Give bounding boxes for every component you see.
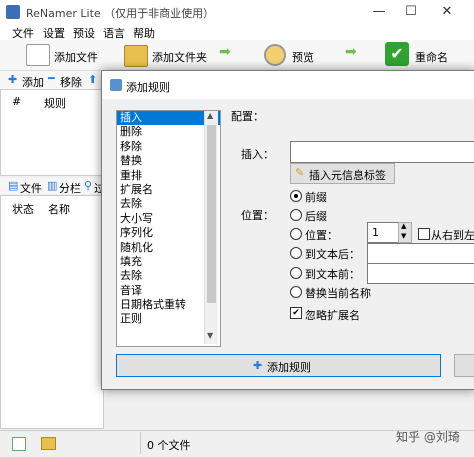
add-rule-button[interactable]: ✚ 添加规则 xyxy=(116,354,441,377)
preview-button[interactable]: 预览 xyxy=(262,42,322,68)
scroll-thumb[interactable] xyxy=(207,125,216,303)
before-text-input[interactable] xyxy=(367,263,474,284)
minus-icon: ━ xyxy=(48,72,55,85)
rules-table[interactable]: # 规则 xyxy=(0,89,104,176)
dialog-title-bar: 添加规则 xyxy=(102,71,474,99)
position-label: 位置： xyxy=(241,209,274,222)
menu-settings[interactable]: 设置 xyxy=(43,25,65,41)
radio-prefix-label: 前缀 xyxy=(305,191,327,204)
radio-after-text-label: 到文本后： xyxy=(305,248,360,261)
status-add-folder-icon[interactable] xyxy=(41,437,56,450)
radio-suffix-label: 后缀 xyxy=(305,210,327,223)
remove-rule-link[interactable]: 移除 xyxy=(60,74,82,90)
spin-down-icon[interactable]: ▼ xyxy=(401,232,406,240)
preview-magnifier-icon xyxy=(264,44,286,66)
tag-icon: ✎ xyxy=(295,166,305,179)
after-text-input[interactable] xyxy=(367,243,474,264)
radio-after-text[interactable] xyxy=(290,247,302,259)
maximize-button[interactable]: ☐ xyxy=(396,2,426,22)
status-divider xyxy=(140,432,141,454)
menu-presets[interactable]: 预设 xyxy=(73,25,95,41)
plus-icon: ✚ xyxy=(8,73,18,86)
file-count: 0 个文件 xyxy=(147,439,191,452)
status-add-file-icon[interactable] xyxy=(12,437,26,451)
filter-icon: ⚲ xyxy=(84,179,93,192)
column-header-rule[interactable]: 规则 xyxy=(44,95,66,111)
close-button[interactable]: ✕ xyxy=(432,2,462,22)
arrow-right-icon: ➡ xyxy=(219,44,231,60)
files-menu[interactable]: 文件 xyxy=(20,180,42,196)
columns-icon: ▥ xyxy=(47,179,58,192)
file-icon: ▤ xyxy=(8,179,19,192)
cancel-button[interactable] xyxy=(454,354,474,377)
ignore-extension-checkbox[interactable]: ✔ xyxy=(290,307,302,319)
add-rule-dialog: 添加规则 插入 删除 移除 替换 重排 扩展名 去除 大小写 序列化 随机化 填充 去除 音译 日期格式重… xyxy=(101,70,474,390)
radio-replace-name-label: 替换当前名称 xyxy=(305,287,371,300)
add-folder-label: 添加文件夹 xyxy=(152,51,207,64)
insert-meta-tag-button[interactable]: ✎ 插入元信息标签 xyxy=(290,163,395,184)
insert-meta-tag-label: 插入元信息标签 xyxy=(309,169,386,182)
add-folder-icon xyxy=(124,45,148,67)
preview-label: 预览 xyxy=(292,51,314,64)
position-spinner[interactable]: ▲ ▼ xyxy=(398,222,412,243)
minimize-button[interactable]: — xyxy=(364,2,394,22)
rules-toolbar: ✚ 添加 ━ 移除 ⬆ xyxy=(0,71,110,89)
scroll-up-icon[interactable]: ▲ xyxy=(207,111,213,120)
files-table[interactable]: 状态 名称 xyxy=(0,195,104,429)
window-title: ReNamer Lite （仅用于非商业使用） xyxy=(26,7,215,20)
plus-icon: ✚ xyxy=(253,359,263,372)
radio-suffix[interactable] xyxy=(290,209,302,221)
columns-menu[interactable]: 分栏 xyxy=(59,180,81,196)
column-header-number[interactable]: # xyxy=(12,95,21,108)
spin-up-icon[interactable]: ▲ xyxy=(401,222,406,230)
dialog-title: 添加规则 xyxy=(126,81,170,94)
menu-help[interactable]: 帮助 xyxy=(133,25,155,41)
position-number-value: 1 xyxy=(372,226,379,239)
add-files-button[interactable]: 添加文件 xyxy=(22,42,102,68)
insert-text-input[interactable] xyxy=(290,141,474,163)
radio-position-label: 位置： xyxy=(305,229,338,242)
up-arrow-icon[interactable]: ⬆ xyxy=(88,73,97,86)
menu-file[interactable]: 文件 xyxy=(12,25,34,41)
radio-prefix[interactable] xyxy=(290,190,302,202)
app-icon xyxy=(6,5,20,19)
add-rule-label: 添加规则 xyxy=(267,361,311,374)
radio-replace-name[interactable] xyxy=(290,286,302,298)
dialog-app-icon xyxy=(110,79,122,91)
title-bar: ReNamer Lite （仅用于非商业使用） — ☐ ✕ xyxy=(0,0,474,24)
column-header-status[interactable]: 状态 xyxy=(12,201,34,217)
rule-list-scrollbar[interactable]: ▲ ▼ xyxy=(204,111,218,344)
rename-button[interactable]: ✔ 重命名 xyxy=(383,41,455,69)
menu-bar: 文件 设置 预设 语言 帮助 xyxy=(0,24,474,40)
radio-before-text[interactable] xyxy=(290,267,302,279)
toolbar: 添加文件 添加文件夹 ➡ 预览 ➡ ✔ 重命名 xyxy=(0,40,474,71)
insert-label: 插入： xyxy=(241,148,274,161)
config-label: 配置： xyxy=(231,110,264,123)
add-rule-link[interactable]: 添加 xyxy=(22,74,44,90)
scroll-down-icon[interactable]: ▼ xyxy=(207,331,213,340)
watermark: 知乎 @刘琦 xyxy=(396,430,460,444)
check-icon: ✔ xyxy=(385,42,409,66)
radio-before-text-label: 到文本前： xyxy=(305,268,360,281)
ignore-extension-label: 忽略扩展名 xyxy=(305,309,360,322)
right-to-left-checkbox[interactable] xyxy=(418,228,430,240)
radio-position[interactable] xyxy=(290,228,302,240)
add-file-icon xyxy=(26,44,50,66)
arrow-right-icon: ➡ xyxy=(345,44,357,60)
right-to-left-label: 从右到左 xyxy=(431,229,474,242)
column-header-name[interactable]: 名称 xyxy=(48,201,70,217)
files-toolbar: ▤ 文件 ▥ 分栏 ⚲ 过 xyxy=(0,178,110,196)
menu-language[interactable]: 语言 xyxy=(103,25,125,41)
rename-label: 重命名 xyxy=(415,51,448,64)
add-files-label: 添加文件 xyxy=(54,51,98,64)
add-folder-button[interactable]: 添加文件夹 xyxy=(122,42,210,68)
